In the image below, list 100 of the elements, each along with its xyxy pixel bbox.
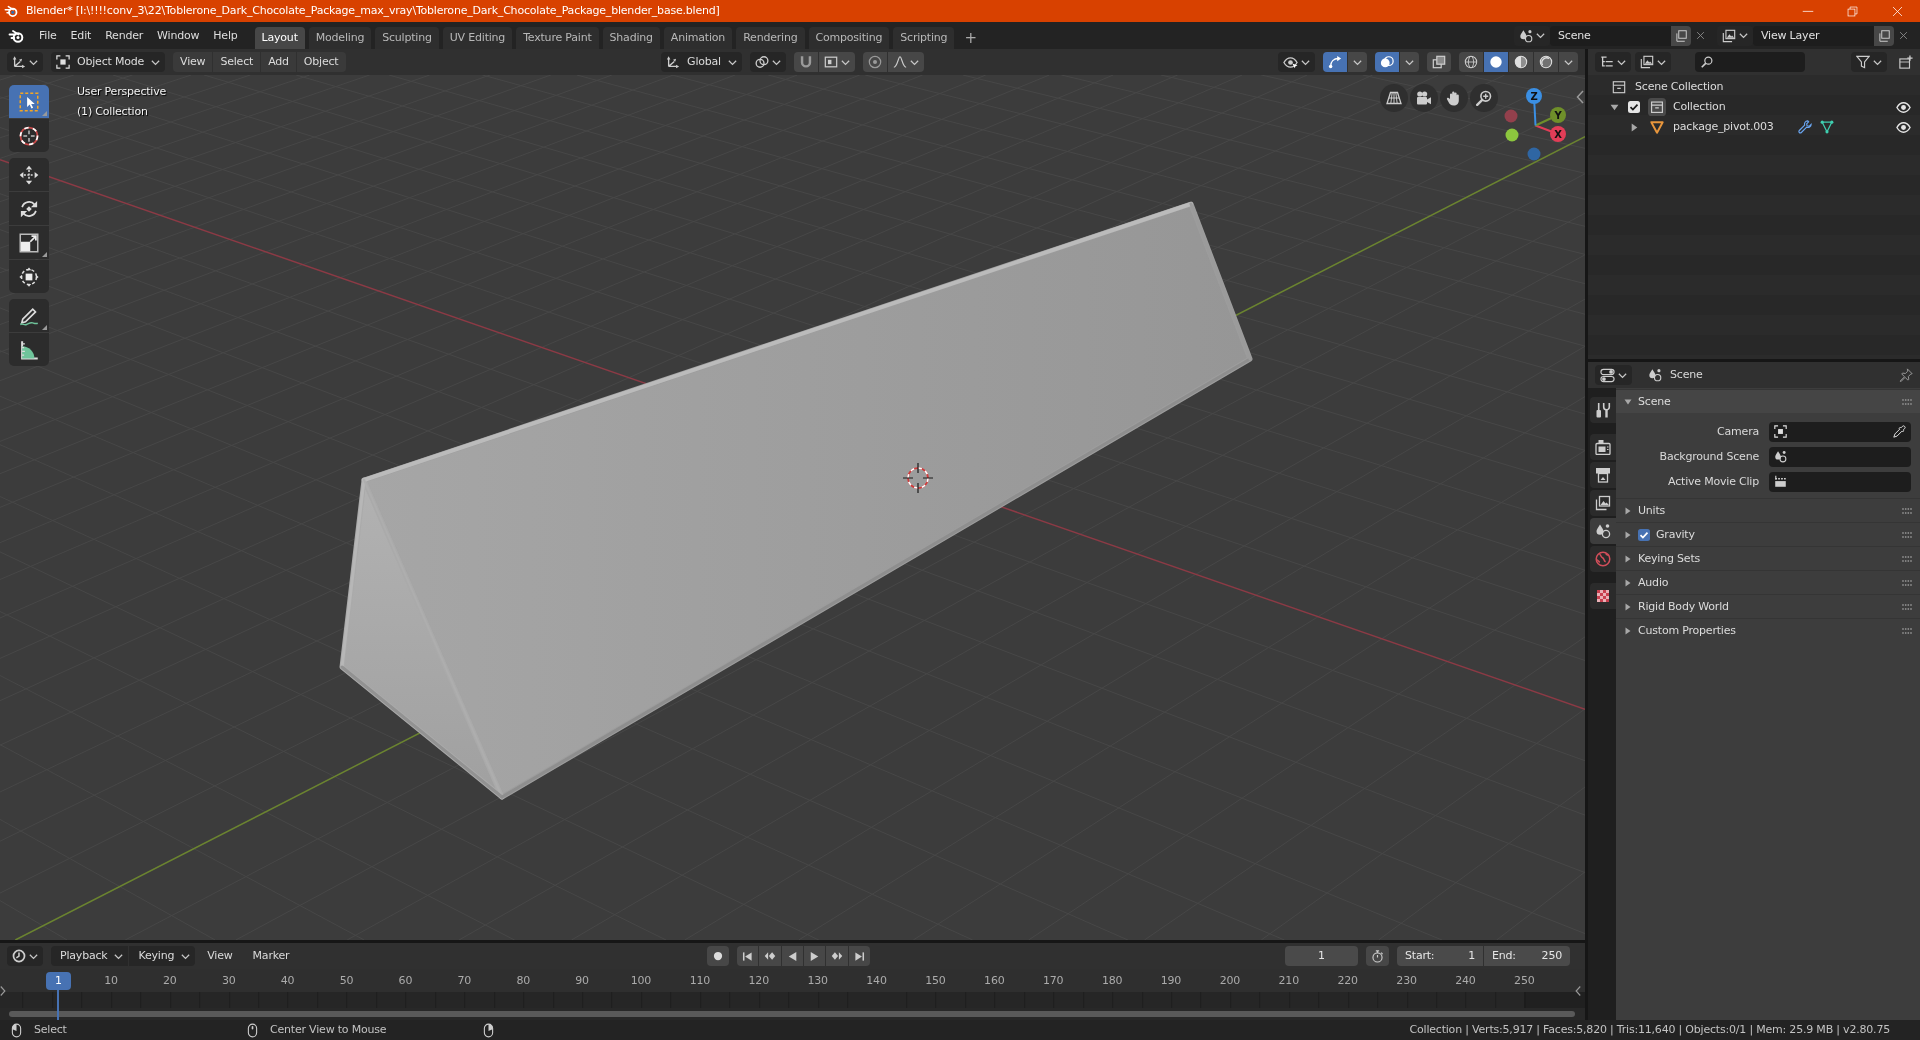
disclosure-triangle-icon[interactable] <box>1630 122 1639 132</box>
panel-header[interactable]: Gravity <box>1616 522 1920 546</box>
axis-dot-icon[interactable] <box>1505 128 1519 142</box>
properties-tab[interactable] <box>1590 490 1616 516</box>
current-frame-indicator[interactable]: 1 <box>46 971 71 990</box>
properties-tab[interactable] <box>1590 434 1616 460</box>
workspace-tab[interactable]: Layout <box>254 27 305 49</box>
start-frame-field[interactable]: Start: 1 <box>1397 946 1483 966</box>
pan-button[interactable] <box>1440 84 1468 112</box>
menu-item[interactable]: Window <box>150 23 207 48</box>
menu-item[interactable]: File <box>32 23 64 48</box>
tool-button[interactable] <box>9 260 49 293</box>
region-toggle-icon[interactable] <box>0 985 6 997</box>
panel-header[interactable]: Keying Sets <box>1616 546 1920 570</box>
scene-name-field[interactable]: Scene <box>1550 25 1671 46</box>
outliner-item-label[interactable]: Collection <box>1673 100 1726 114</box>
eye-icon[interactable] <box>1896 119 1911 135</box>
snap-target-dropdown[interactable] <box>818 52 855 72</box>
tool-button[interactable] <box>9 226 49 259</box>
outliner-item-label[interactable]: package_pivot.003 <box>1673 120 1774 134</box>
menu-item[interactable]: View <box>199 949 241 963</box>
picker-field[interactable] <box>1769 471 1911 492</box>
tool-button[interactable] <box>9 192 49 225</box>
editor-type-button[interactable] <box>1595 365 1632 385</box>
picker-field[interactable] <box>1769 421 1911 442</box>
layer-filter-dropdown[interactable] <box>1635 52 1671 72</box>
orientation-dropdown[interactable]: Global <box>661 52 742 72</box>
tool-button[interactable] <box>9 158 49 191</box>
panel-header[interactable]: Scene <box>1616 389 1920 413</box>
restore-icon[interactable] <box>1847 5 1858 17</box>
frame-ruler[interactable]: 1 10 20 30 40 50 60 70 80 90 100 110 120 130 140 150 160 170 180 190 200 210 220 230 240 250 <box>0 969 1585 992</box>
menu-item[interactable]: Help <box>206 23 245 48</box>
axis-handle[interactable]: Z <box>1526 88 1542 127</box>
panel-checkbox[interactable] <box>1638 528 1650 541</box>
tool-button[interactable] <box>9 119 49 152</box>
menu-button[interactable]: Add <box>261 52 296 72</box>
play-reverse-button[interactable] <box>782 946 803 966</box>
shading-mode-button[interactable] <box>1459 52 1483 72</box>
shading-mode-button[interactable] <box>1509 52 1533 72</box>
visibility-dropdown[interactable] <box>1278 52 1315 72</box>
axis-dot-icon[interactable] <box>1504 109 1518 123</box>
mode-dropdown[interactable]: Object Mode <box>51 52 166 72</box>
end-frame-field[interactable]: End: 250 <box>1484 946 1570 966</box>
wrench-icon[interactable] <box>1797 120 1812 134</box>
shading-options-dropdown[interactable] <box>1559 52 1578 72</box>
workspace-tab[interactable]: Rendering <box>736 27 805 49</box>
ortho-toggle-button[interactable] <box>1380 84 1408 112</box>
camera-view-button[interactable] <box>1410 84 1438 112</box>
editor-type-button[interactable] <box>7 946 43 966</box>
tool-button[interactable] <box>9 333 49 366</box>
remove-icon[interactable] <box>1898 31 1908 40</box>
menu-item[interactable]: Edit <box>63 23 99 48</box>
properties-tab[interactable] <box>1590 462 1616 488</box>
menu-dropdown[interactable]: Keying <box>129 946 196 966</box>
shading-mode-button[interactable] <box>1484 52 1508 72</box>
snap-toggle[interactable] <box>793 52 818 72</box>
axis-handle[interactable]: X <box>1534 124 1566 142</box>
menu-button[interactable]: Object <box>296 52 346 72</box>
duplicate-button[interactable] <box>1671 25 1691 46</box>
panel-header[interactable]: Rigid Body World <box>1616 594 1920 618</box>
properties-tab[interactable] <box>1590 397 1616 423</box>
mesh-data-icon[interactable] <box>1819 120 1834 134</box>
axis-dot-icon[interactable] <box>1527 147 1541 161</box>
outliner-item-label[interactable]: Scene Collection <box>1635 80 1724 94</box>
drag-handle-icon[interactable] <box>1902 627 1912 634</box>
zoom-button[interactable] <box>1470 84 1498 112</box>
record-button[interactable] <box>707 946 729 966</box>
workspace-tab[interactable]: Sculpting <box>375 27 439 49</box>
gizmo-options-dropdown[interactable] <box>1348 52 1367 72</box>
xray-toggle[interactable] <box>1427 52 1451 72</box>
current-frame-field[interactable]: 1 <box>1285 946 1358 966</box>
properties-tab[interactable] <box>1590 583 1616 609</box>
menu-button[interactable]: Select <box>213 52 261 72</box>
menu-button[interactable]: View <box>173 52 213 72</box>
panel-header[interactable]: Units <box>1616 498 1920 522</box>
display-mode-dropdown[interactable] <box>1595 52 1631 72</box>
proportional-editing-toggle[interactable] <box>862 52 887 72</box>
drag-handle-icon[interactable] <box>1902 555 1912 562</box>
menu-item[interactable]: Marker <box>244 949 298 963</box>
drag-handle-icon[interactable] <box>1902 398 1912 405</box>
drag-handle-icon[interactable] <box>1902 507 1912 514</box>
workspace-tab[interactable]: Texture Paint <box>516 27 599 49</box>
tool-button[interactable] <box>9 299 49 332</box>
overlay-toggle[interactable] <box>1375 52 1399 72</box>
menu-item[interactable]: Render <box>98 23 151 48</box>
previous-keyframe-button[interactable] <box>759 946 781 966</box>
region-toggle-icon[interactable] <box>1575 985 1581 997</box>
picker-field[interactable] <box>1769 446 1911 467</box>
play-button[interactable] <box>804 946 825 966</box>
workspace-tab[interactable]: Compositing <box>808 27 890 49</box>
gizmo-toggle[interactable] <box>1323 52 1347 72</box>
workspace-tab[interactable]: Modeling <box>308 27 372 49</box>
search-field[interactable] <box>1695 52 1805 72</box>
shading-mode-button[interactable] <box>1534 52 1558 72</box>
drag-handle-icon[interactable] <box>1902 579 1912 586</box>
timeline-scrollbar[interactable] <box>9 1011 1575 1017</box>
disclosure-triangle-icon[interactable] <box>1610 102 1619 112</box>
eye-icon[interactable] <box>1896 99 1911 115</box>
add-workspace-tab[interactable]: + <box>958 27 983 49</box>
workspace-tab[interactable]: Shading <box>602 27 660 49</box>
